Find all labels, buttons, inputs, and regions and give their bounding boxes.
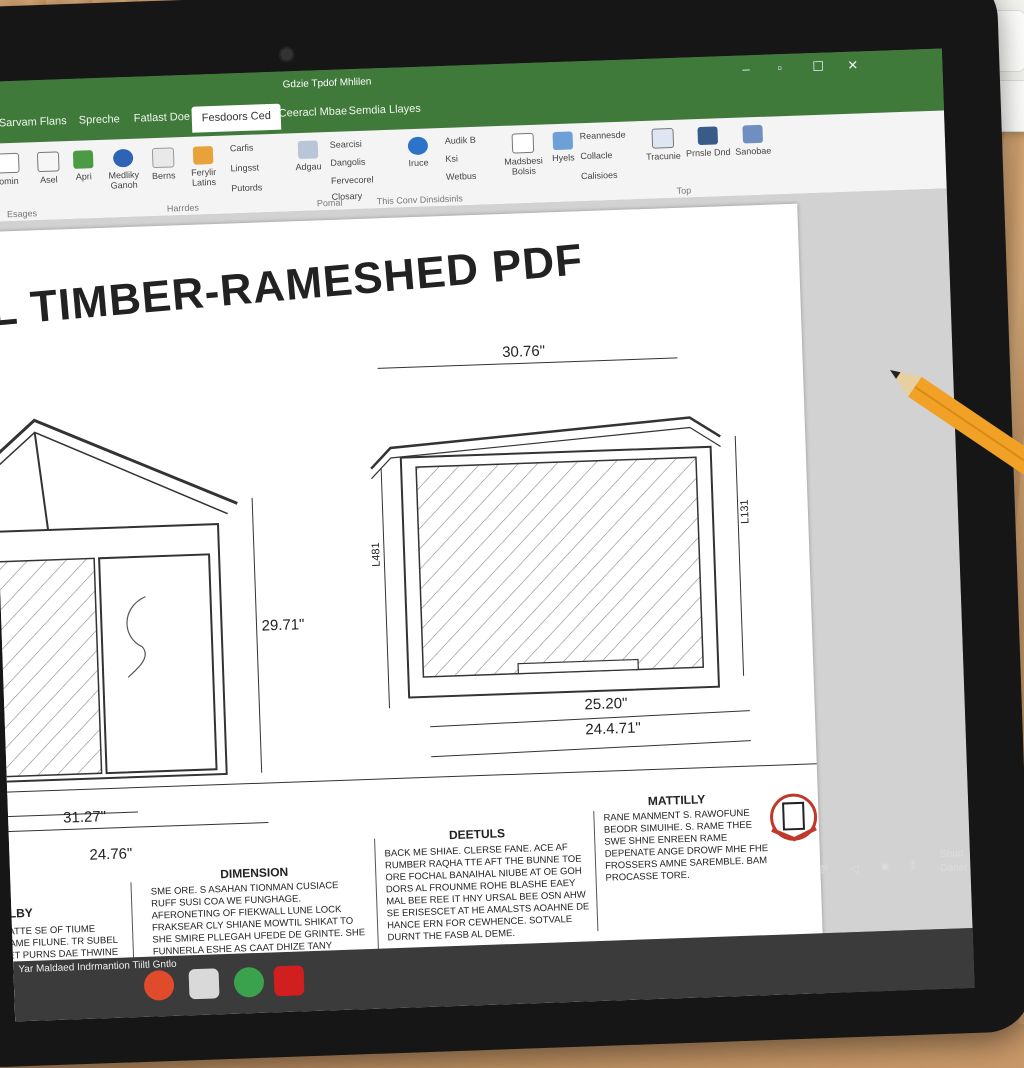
dimension-side-left: L481 (369, 542, 383, 567)
tab-spreche[interactable]: Spreche (79, 113, 120, 126)
side-elevation-drawing (370, 357, 751, 758)
book-icon (511, 132, 535, 154)
dimension-front-height: 29.71" (261, 616, 305, 635)
ribbon-label: Apri (75, 171, 92, 182)
ribbon-button-sanobae[interactable]: Sanobae (729, 124, 776, 157)
ribbon-group-label: Esages (6, 208, 38, 220)
ribbon-button-ferylir[interactable]: Ferylir Latins (180, 146, 227, 189)
ribbon-button-fervecorel[interactable]: Fervecorel (331, 174, 374, 185)
ribbon-label: Tracunie (645, 150, 681, 162)
doc-icon (36, 151, 60, 173)
track-icon (651, 127, 675, 149)
info-icon (407, 136, 429, 156)
ribbon-group-label: Top (676, 185, 692, 196)
ribbon-button-carfis[interactable]: Carfis (230, 143, 254, 154)
ribbon-label: Ferylir Latins (191, 166, 217, 188)
ribbon-label: Madsbesi Bolsis (504, 155, 543, 177)
ribbon-button-audik[interactable]: Audik B (445, 135, 476, 146)
ribbon-button-reannesde[interactable]: Reannesde (579, 130, 625, 142)
document-title: L TIMBER-RAMESHED PDF (0, 235, 585, 336)
ribbon-button-adgau[interactable]: Adgau (285, 140, 332, 173)
screen: Gdzie Tpdof Mhlilen – ▫ ☐ ✕ Sarvam Flans… (0, 48, 975, 1022)
minimize-button[interactable]: – (742, 61, 750, 76)
maximize-button[interactable]: ☐ (812, 59, 824, 75)
ribbon-button-tracunie[interactable]: Tracunie (639, 127, 686, 163)
tab-fatlast-doe[interactable]: Fatlast Doe (134, 111, 191, 125)
close-button[interactable]: ✕ (847, 57, 858, 73)
tab-sarvam-flans[interactable]: Sarvam Flans (0, 115, 67, 129)
tray-icon[interactable]: ◁ (850, 862, 859, 875)
brush-icon (112, 148, 134, 168)
ribbon-label: Berns (151, 170, 176, 182)
document-page: L TIMBER-RAMESHED PDF 29.71" 31.27" 24.7… (0, 203, 825, 1022)
grid-icon (151, 147, 175, 169)
ribbon-label: Asel (39, 174, 58, 186)
section-heading: MATTILLY (647, 792, 706, 809)
section-heading: DIMENSION (219, 864, 289, 882)
ribbon-button-lingsst[interactable]: Lingsst (230, 162, 259, 173)
image-icon (297, 140, 319, 160)
ribbon-button-iruce[interactable]: Iruce (395, 136, 442, 169)
ribbon-group-label: Pomal (316, 197, 343, 209)
ribbon-button-collacle[interactable]: Collacle (580, 150, 612, 161)
tab-fesdoors-ced[interactable]: Fesdoors Ced (191, 103, 282, 133)
dimension-side-bottom-inner: 25.20" (584, 694, 628, 714)
tray-date[interactable]: Daner (940, 862, 968, 874)
ribbon-button-dangolis[interactable]: Dangolis (330, 157, 365, 168)
ribbon-button-calisioes[interactable]: Calisioes (581, 170, 618, 181)
youtube-icon[interactable] (273, 965, 305, 997)
section-heading: LLBY (1, 905, 34, 921)
section-text: RANE MANMENT S. RAWOFUNE BEODR SIMUIHE. … (603, 807, 769, 884)
dimension-side-bottom-outer: 24.4.71" (585, 719, 642, 739)
ribbon-label: Adgau (295, 161, 322, 173)
approval-seal-icon (770, 793, 818, 842)
camera-icon (278, 46, 295, 63)
tray-icon[interactable]: ⁑ (910, 860, 916, 873)
tray-clock[interactable]: Sbud (940, 848, 964, 860)
ribbon-label: Prnsle Dnd (685, 146, 731, 159)
ribbon-button-wetbus[interactable]: Wetbus (446, 171, 477, 182)
fill-icon (192, 146, 214, 165)
restore-button[interactable]: ▫ (777, 60, 782, 75)
browser-icon[interactable] (143, 969, 175, 1001)
tab-ceeracl-mbae[interactable]: Ceeracl Mbae (278, 105, 347, 119)
section-heading: DEETULS (448, 826, 506, 843)
ribbon-button-ksi[interactable]: Ksi (445, 153, 458, 163)
ribbon-button-searcisi[interactable]: Searcisi (330, 139, 362, 150)
ribbon-group-label: This Conv Dinsidsinls (376, 193, 463, 207)
explorer-icon[interactable] (188, 968, 220, 1000)
ribbon-label: Medliky Ganoh (108, 169, 140, 191)
print-icon (697, 126, 719, 146)
tray-icon[interactable]: ℙ (820, 863, 828, 876)
ribbon-button-putords[interactable]: Putords (231, 182, 262, 193)
chrome-icon[interactable] (233, 966, 265, 998)
ribbon-label: omin (0, 175, 19, 187)
hyper-icon (552, 131, 574, 151)
window-title: Gdzie Tpdof Mhlilen (282, 76, 372, 91)
section-text: BACK ME SHIAE. CLERSE FANE. ACE AF RUMBE… (384, 842, 590, 944)
home-icon (72, 150, 94, 169)
dimension-side-right: L131 (738, 499, 752, 525)
tablet-device: Gdzie Tpdof Mhlilen – ▫ ☐ ✕ Sarvam Flans… (0, 0, 1024, 1068)
tab-semdia-llayes[interactable]: Semdia Llayes (348, 103, 421, 118)
ribbon-group-label: Harrdes (166, 202, 200, 214)
ribbon-label: Sanobae (735, 145, 772, 157)
ribbon-label: Hyels (551, 152, 575, 164)
page-icon (0, 152, 20, 174)
tray-icon[interactable]: ✺ (880, 861, 890, 874)
ribbon-label: Iruce (408, 157, 429, 169)
save-icon (742, 124, 764, 144)
dimension-side-top: 30.76" (501, 342, 546, 362)
ribbon-button-prnsle[interactable]: Prnsle Dnd (684, 126, 731, 159)
